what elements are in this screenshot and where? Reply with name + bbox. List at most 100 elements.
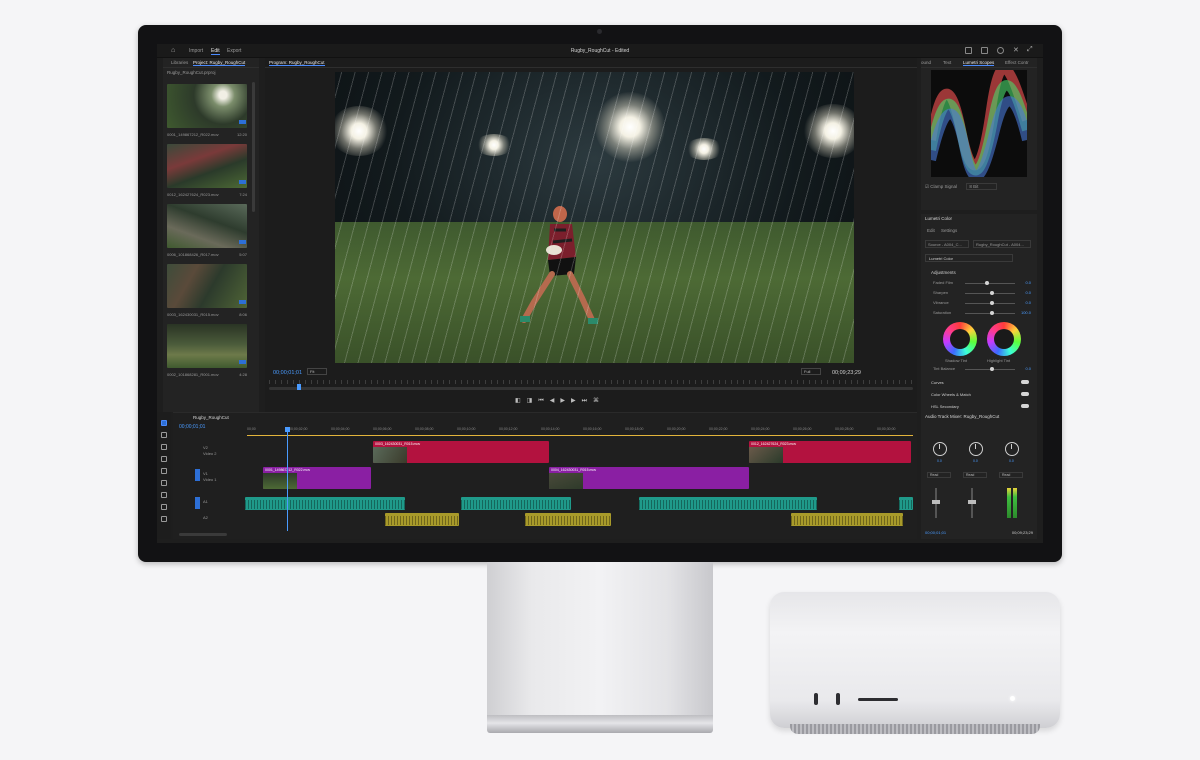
pan-knob[interactable] <box>933 442 947 456</box>
tab-project[interactable]: Project: Rugby_RoughCut <box>193 60 246 66</box>
audio-clip[interactable] <box>639 497 817 510</box>
workspace-icon[interactable] <box>965 47 972 54</box>
slider-faded-film[interactable]: Faded Film 0.0 <box>925 280 1033 288</box>
preset-select[interactable]: Lumetri Color <box>925 254 1013 262</box>
tab-effect-controls[interactable]: Effect Contr <box>1005 60 1029 65</box>
automation-mode-select[interactable]: Read <box>999 472 1023 478</box>
section-toggle[interactable] <box>1021 404 1029 408</box>
track-target[interactable] <box>195 497 200 509</box>
shadow-tint-wheel[interactable] <box>943 322 977 356</box>
automation-mode-select[interactable]: Read <box>963 472 987 478</box>
slider-knob[interactable] <box>985 281 989 285</box>
target-select[interactable]: Rugby_RoughCut - A004... <box>973 240 1031 248</box>
slip-tool-icon[interactable] <box>161 468 167 474</box>
track-header-v2[interactable]: V2 Video 2 <box>173 443 245 456</box>
razor-tool-icon[interactable] <box>161 456 167 462</box>
quality-select[interactable]: Full <box>801 368 821 375</box>
tab-settings[interactable]: Settings <box>941 228 957 233</box>
project-scrollbar[interactable] <box>252 82 255 212</box>
tools-icon[interactable]: ✕ <box>1013 46 1020 54</box>
fullscreen-icon[interactable]: ⤢ <box>1027 46 1034 53</box>
step-forward-icon[interactable]: ⏭ <box>582 398 593 404</box>
slider-value[interactable]: 0.0 <box>1025 366 1031 371</box>
section-toggle[interactable] <box>1021 380 1029 384</box>
audio-clip[interactable] <box>525 513 611 526</box>
selection-tool-icon[interactable] <box>161 420 167 426</box>
project-clip[interactable]: 0012_162427624_R023.mov 7:24 <box>167 144 247 202</box>
audio-clip[interactable] <box>899 497 913 510</box>
pan-value[interactable]: 0.0 <box>937 459 942 463</box>
audio-clip[interactable] <box>245 497 405 510</box>
slider-knob[interactable] <box>990 311 994 315</box>
pan-knob[interactable] <box>1005 442 1019 456</box>
tab-program[interactable]: Program: Rugby_RoughCut <box>269 60 325 66</box>
tab-edit[interactable]: Edit <box>927 228 935 233</box>
program-scrubber[interactable] <box>269 384 913 390</box>
slider-value[interactable]: 100.0 <box>1021 310 1031 315</box>
work-area-bar[interactable] <box>247 435 913 436</box>
section-color-wheels[interactable]: Color Wheels & Match <box>925 392 1033 400</box>
zoom-select[interactable]: Fit <box>307 368 327 375</box>
export-frame-icon[interactable]: ⌘ <box>593 398 605 404</box>
tab-lumetri-scopes[interactable]: Lumetri Scopes <box>963 60 995 66</box>
timeline-playhead[interactable] <box>285 427 290 531</box>
track-select-tool-icon[interactable] <box>161 432 167 438</box>
highlight-tint-wheel[interactable] <box>987 322 1021 356</box>
track-header-a2[interactable]: A2 <box>173 513 245 525</box>
timeline-timecode[interactable]: 00;00;01;01 <box>179 424 205 430</box>
audio-clip[interactable] <box>791 513 903 526</box>
audio-clip[interactable] <box>385 513 459 526</box>
timeline-clip[interactable]: 0004_162430031_R015.mov <box>549 467 749 489</box>
slider-value[interactable]: 0.0 <box>1025 300 1031 305</box>
frame-back-icon[interactable]: ◀ <box>550 398 561 404</box>
frame-forward-icon[interactable]: ▶ <box>571 398 582 404</box>
slider-value[interactable]: 0.0 <box>1025 290 1031 295</box>
project-clip[interactable]: 0002_101868281_R001.mov 4:28 <box>167 324 247 382</box>
project-clip[interactable]: 0003_162430031_R015.mov 8:06 <box>167 264 247 322</box>
rectangle-tool-icon[interactable] <box>161 492 167 498</box>
track-header-v1[interactable]: V1 Video 1 <box>173 469 245 482</box>
pan-knob[interactable] <box>969 442 983 456</box>
project-clip[interactable]: 0006_101868426_R017.mov 5:07 <box>167 204 247 262</box>
slider-sharpen[interactable]: Sharpen 0.0 <box>925 290 1033 298</box>
automation-mode-select[interactable]: Read <box>927 472 951 478</box>
timeline-clip[interactable]: 0012_162427624_R023.mov <box>749 441 911 463</box>
pan-value[interactable]: 0.0 <box>973 459 978 463</box>
section-hsl-secondary[interactable]: HSL Secondary <box>925 404 1033 412</box>
hand-tool-icon[interactable] <box>161 504 167 510</box>
step-back-icon[interactable]: ⏮ <box>538 398 549 404</box>
timeline-zoom-scrollbar[interactable] <box>179 533 227 536</box>
timeline-clip[interactable]: 0003_162430031_R015.mov <box>373 441 549 463</box>
section-toggle[interactable] <box>1021 392 1029 396</box>
program-timecode[interactable]: 00;00;01;01 <box>273 370 302 376</box>
mark-in-icon[interactable]: ◧ <box>515 398 527 404</box>
slider-saturation[interactable]: Saturation 100.0 <box>925 310 1033 318</box>
tab-text[interactable]: Text <box>943 60 951 65</box>
mark-out-icon[interactable]: ◨ <box>527 398 539 404</box>
tab-libraries[interactable]: Libraries <box>171 60 188 65</box>
audio-clip[interactable] <box>461 497 571 510</box>
track-target[interactable] <box>195 469 200 481</box>
slider-knob[interactable] <box>990 291 994 295</box>
type-tool-icon[interactable] <box>161 516 167 522</box>
slider-vibrance[interactable]: Vibrance 0.0 <box>925 300 1033 308</box>
slider-tint-balance[interactable]: Tint Balance 0.0 <box>925 366 1033 374</box>
slider-value[interactable]: 0.0 <box>1025 280 1031 285</box>
project-clip[interactable]: 0001_149867212_R022.mov 12:20 <box>167 84 247 142</box>
pan-value[interactable]: 0.0 <box>1009 459 1014 463</box>
track-header-a1[interactable]: A1 <box>173 497 245 509</box>
ripple-edit-tool-icon[interactable] <box>161 444 167 450</box>
timeline-ruler[interactable]: 00;00 00;00;02;00 00;00;04;00 00;00;06;0… <box>247 427 913 436</box>
playhead-marker[interactable] <box>297 384 301 390</box>
source-select[interactable]: Source - A004_C... <box>925 240 969 248</box>
volume-fader[interactable] <box>932 488 940 518</box>
adjustments-section[interactable]: Adjustments <box>931 270 956 275</box>
tab-sound[interactable]: ound <box>921 60 931 65</box>
play-icon[interactable]: ▶ <box>560 398 571 404</box>
section-curves[interactable]: Curves <box>925 380 1033 388</box>
slider-track[interactable] <box>965 283 1015 284</box>
pen-tool-icon[interactable] <box>161 480 167 486</box>
slider-knob[interactable] <box>990 367 994 371</box>
slider-knob[interactable] <box>990 301 994 305</box>
progress-icon[interactable] <box>997 47 1004 54</box>
